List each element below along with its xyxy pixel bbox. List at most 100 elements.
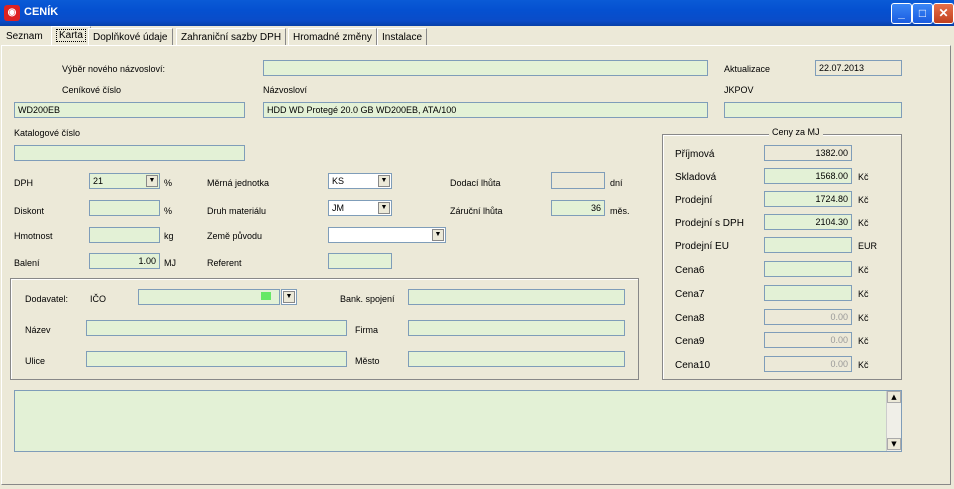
baleni-input[interactable]: 1.00 [89,253,160,269]
jkpov-label: JKPOV [724,85,754,95]
price-unit: Kč [858,336,869,346]
dph-select[interactable]: 21 ▼ [89,173,160,189]
baleni-label: Balení [14,258,40,268]
price-value-input[interactable] [764,285,852,301]
dph-value: 21 [93,176,104,186]
tab-instalace[interactable]: Instalace [377,28,428,46]
price-label: Prodejní s DPH [675,218,744,229]
tab-seznam[interactable]: Seznam [2,28,47,45]
price-value-input[interactable]: 0.00 [764,332,852,348]
dodaci-lhuta-input[interactable] [551,172,605,189]
bank-spojeni-label: Bank. spojení [340,294,395,304]
ulice-input[interactable] [86,351,347,367]
referent-input[interactable] [328,253,392,269]
jkpov-input[interactable] [724,102,902,118]
price-unit: Kč [858,265,869,275]
zeme-puvodu-label: Země původu [207,231,263,241]
close-button[interactable]: ✕ [933,3,954,24]
notes-textarea[interactable]: ▲ ▼ [14,390,902,452]
ico-label: IČO [90,294,107,304]
mesto-label: Město [355,356,380,366]
cenik-window: ◉ CENÍK _ □ ✕ Seznam Karta Doplňkové úda… [0,0,954,489]
firma-input[interactable] [408,320,625,336]
diskont-input[interactable] [89,200,160,216]
price-label: Skladová [675,172,717,183]
nazvoslovi-input[interactable]: HDD WD Protegé 20.0 GB WD200EB, ATA/100 [263,102,708,118]
dodaci-lhuta-unit: dní [610,178,623,188]
zarucni-lhuta-input[interactable]: 36 [551,200,605,216]
dph-label: DPH [14,178,34,188]
vyber-label: Výběr nového názvosloví: [62,64,166,74]
merna-jednotka-label: Měrná jednotka [207,178,270,188]
price-label: Prodejní EU [675,241,729,252]
price-unit: Kč [858,218,869,228]
price-value-input[interactable]: 1382.00 [764,145,852,161]
status-indicator-icon [261,292,271,300]
price-label: Cena9 [675,336,705,347]
dodavatel-label: Dodavatel: [25,294,69,304]
katalogove-cislo-input[interactable] [14,145,245,161]
druh-materialu-label: Druh materiálu [207,206,267,216]
app-logo-icon[interactable]: ◉ [4,5,20,21]
dph-unit: % [164,178,173,188]
price-value-input[interactable]: 1568.00 [764,168,852,184]
price-label: Příjmová [675,149,715,160]
ico-dropdown[interactable]: ▼ [281,289,297,305]
price-unit: Kč [858,289,869,299]
scroll-up-icon[interactable]: ▲ [887,391,901,403]
price-value-input[interactable] [764,237,852,253]
minimize-button[interactable]: _ [891,3,912,24]
hmotnost-unit: kg [164,231,174,241]
cenikove-cislo-input[interactable]: WD200EB [14,102,245,118]
tab-karta-label: Karta [56,29,86,42]
baleni-unit: MJ [164,258,176,268]
tab-karta[interactable]: Karta [51,26,91,46]
aktualizace-field: 22.07.2013 [815,60,902,76]
diskont-unit: % [164,206,173,216]
price-value-input[interactable]: 0.00 [764,309,852,325]
chevron-down-icon[interactable]: ▼ [378,202,390,214]
price-value-input[interactable]: 1724.80 [764,191,852,207]
bank-spojeni-input[interactable] [408,289,625,305]
merna-jednotka-value: KS [332,176,345,186]
title-bar[interactable]: ◉ CENÍK _ □ ✕ [0,0,954,26]
price-unit: Kč [858,360,869,370]
merna-jednotka-select[interactable]: KS ▼ [328,173,392,189]
tab-doplnkove-udaje[interactable]: Doplňkové údaje [88,28,173,46]
price-label: Prodejní [675,195,713,206]
tab-zahranicni-sazby[interactable]: Zahraniční sazby DPH [176,28,287,46]
price-unit: Kč [858,195,869,205]
chevron-down-icon[interactable]: ▼ [432,229,444,241]
tab-hromadne-zmeny[interactable]: Hromadné změny [288,28,377,46]
ico-input[interactable] [138,289,280,305]
price-value-input[interactable]: 2104.30 [764,214,852,230]
druh-materialu-select[interactable]: JM ▼ [328,200,392,216]
mesto-input[interactable] [408,351,625,367]
price-label: Cena6 [675,265,705,276]
price-value-input[interactable]: 0.00 [764,356,852,372]
tab-bar: Seznam Karta Doplňkové údaje Zahraniční … [0,26,954,46]
price-label: Cena8 [675,313,705,324]
notes-scrollbar[interactable]: ▲ ▼ [886,391,901,451]
zarucni-lhuta-label: Záruční lhůta [450,206,503,216]
price-label: Cena7 [675,289,705,300]
maximize-button[interactable]: □ [912,3,933,24]
referent-label: Referent [207,258,242,268]
vyber-input[interactable] [263,60,708,76]
price-value-input[interactable] [764,261,852,277]
hmotnost-input[interactable] [89,227,160,243]
diskont-label: Diskont [14,206,45,216]
zeme-puvodu-select[interactable]: ▼ [328,227,446,243]
zarucni-lhuta-unit: měs. [610,206,630,216]
prices-group-title: Ceny za MJ [769,127,823,137]
chevron-down-icon[interactable]: ▼ [283,291,295,303]
nazev-input[interactable] [86,320,347,336]
nazev-label: Název [25,325,51,335]
chevron-down-icon[interactable]: ▼ [378,175,390,187]
nazvoslovi-label: Názvosloví [263,85,308,95]
dodaci-lhuta-label: Dodací lhůta [450,178,501,188]
price-unit: EUR [858,241,878,251]
chevron-down-icon[interactable]: ▼ [146,175,158,187]
scroll-down-icon[interactable]: ▼ [887,438,901,450]
katalogove-cislo-label: Katalogové číslo [14,128,81,138]
